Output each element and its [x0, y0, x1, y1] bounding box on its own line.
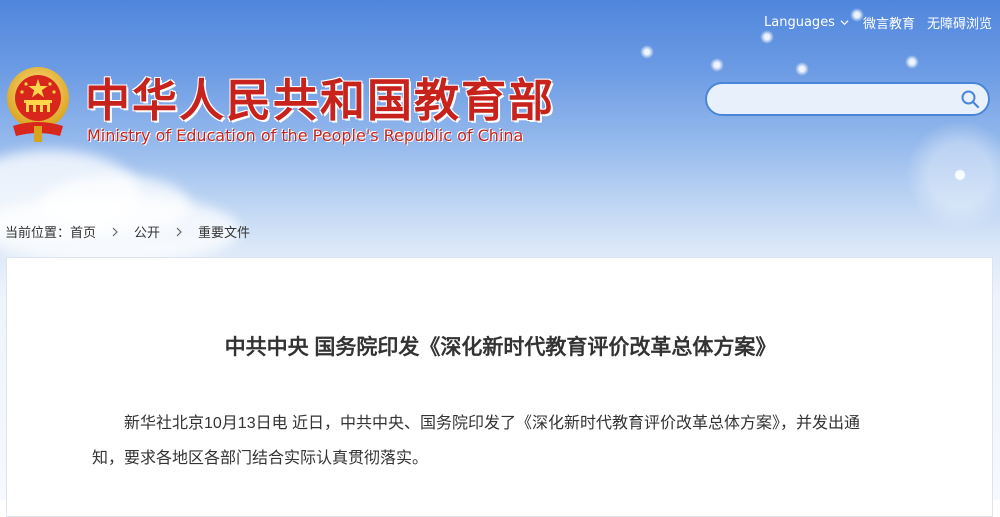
seed-decoration — [905, 55, 919, 69]
languages-label: Languages — [764, 15, 835, 30]
accessibility-link[interactable]: 无障碍浏览 — [927, 13, 992, 32]
top-links: Languages 微言教育 无障碍浏览 — [764, 13, 1000, 32]
breadcrumb-prefix: 当前位置： — [5, 225, 71, 240]
chevron-down-icon — [840, 20, 849, 26]
breadcrumb: 当前位置： 首页 公开 重要文件 — [5, 222, 250, 241]
article-body: 新华社北京10月13日电 近日，中共中央、国务院印发了《深化新时代教育评价改革总… — [92, 415, 861, 467]
site-title-en: Ministry of Education of the People's Re… — [87, 126, 524, 145]
chevron-right-icon — [112, 227, 118, 236]
weiyan-link[interactable]: 微言教育 — [863, 13, 915, 32]
national-emblem-icon — [7, 67, 69, 142]
breadcrumb-important-documents[interactable]: 重要文件 — [198, 222, 250, 241]
seed-decoration — [795, 62, 809, 76]
search-icon[interactable] — [960, 89, 980, 109]
breadcrumb-home[interactable]: 首页 — [70, 222, 96, 241]
seed-decoration — [760, 30, 774, 44]
site-title-cn: 中华人民共和国教育部 — [85, 74, 556, 127]
breadcrumb-public[interactable]: 公开 — [134, 222, 160, 241]
article-title: 中共中央 国务院印发《深化新时代教育评价改革总体方案》 — [224, 336, 777, 359]
seed-decoration — [640, 45, 654, 59]
search-box — [705, 82, 990, 116]
search-input[interactable] — [721, 88, 955, 112]
languages-menu[interactable]: Languages — [764, 15, 849, 30]
chevron-right-icon — [176, 227, 182, 236]
article-panel: 中共中央 国务院印发《深化新时代教育评价改革总体方案》 新华社北京10月13日电… — [6, 257, 993, 517]
seed-decoration — [710, 58, 724, 72]
dandelion-decoration — [905, 120, 1000, 230]
